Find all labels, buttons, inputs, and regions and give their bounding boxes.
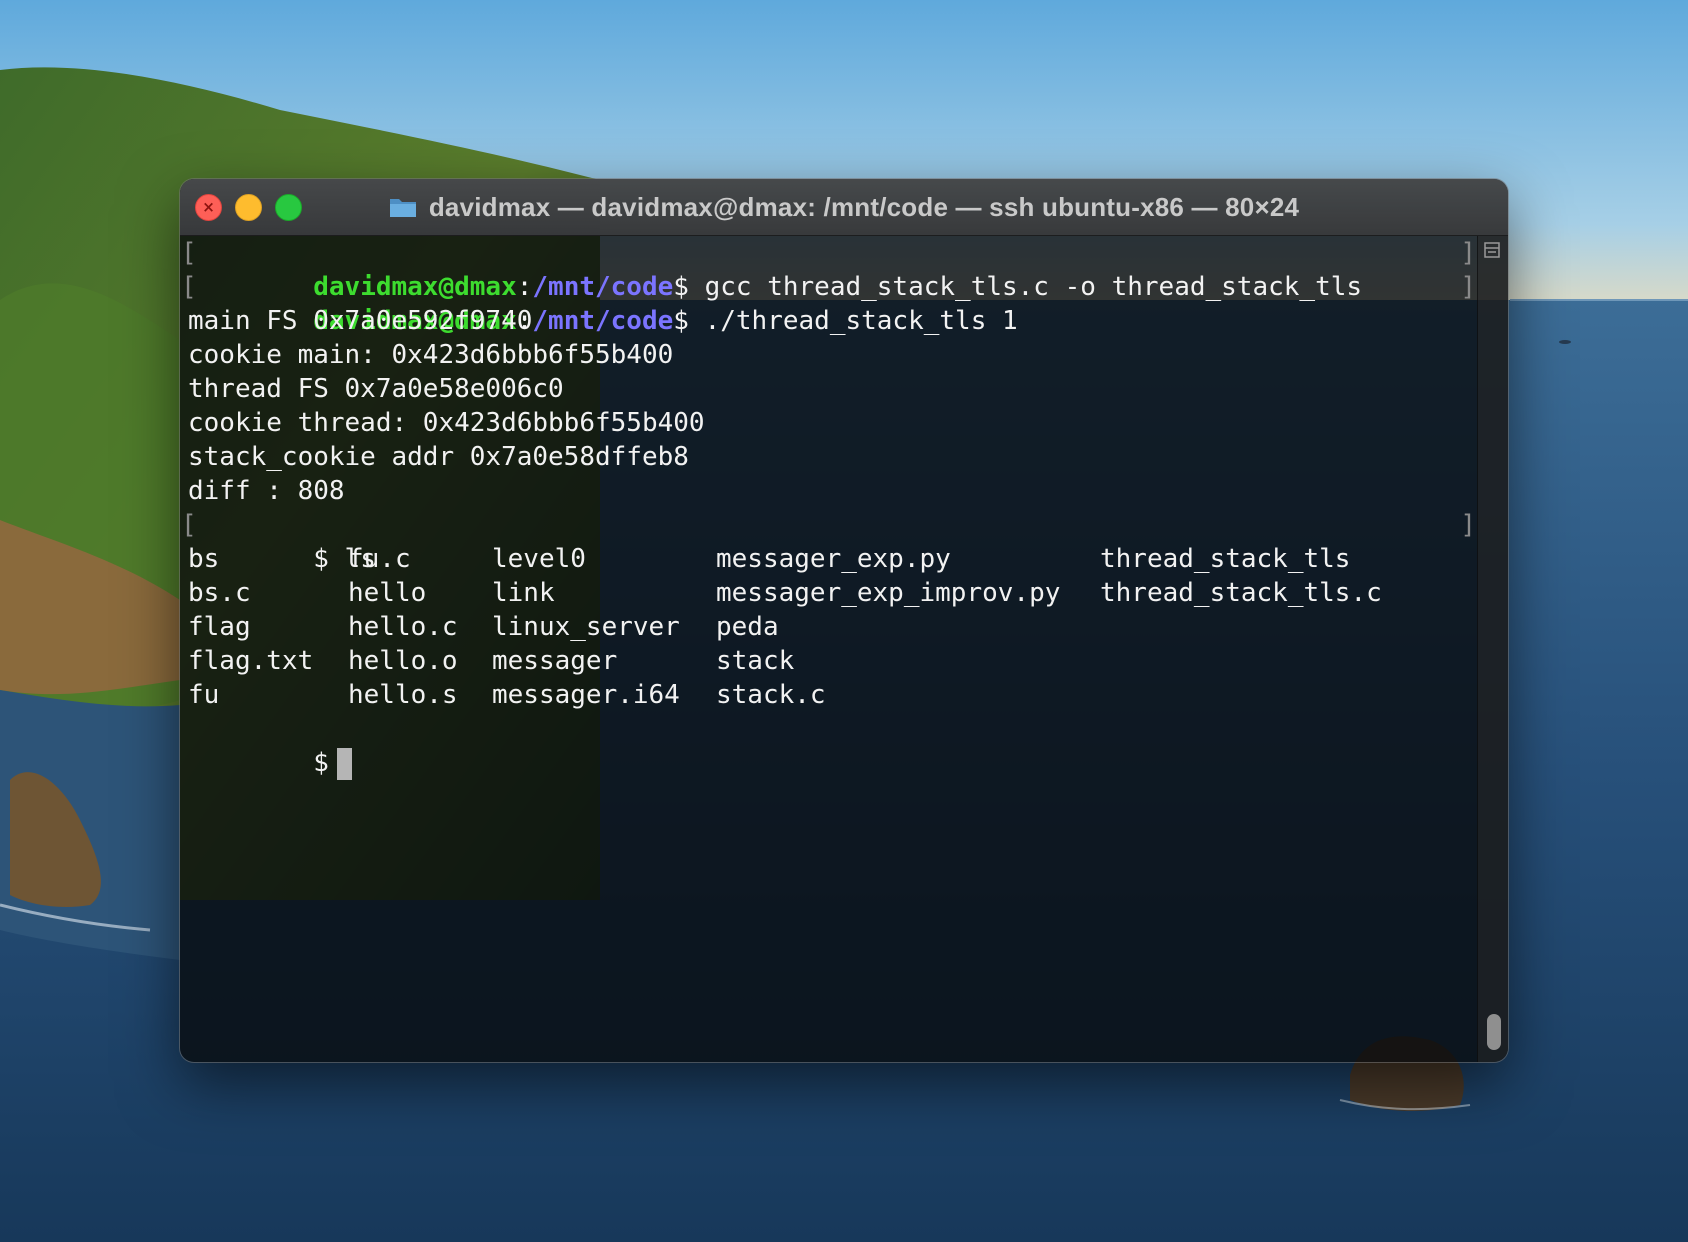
ls-entry: bs.c (188, 578, 251, 608)
ls-row: fu hello.s messager.i64 stack.c (188, 678, 1478, 712)
ls-row: flag hello.c linux_server peda (188, 610, 1478, 644)
terminal-line-command-1: [davidmax@dmax:/mnt/code$ gcc thread_sta… (181, 236, 1478, 302)
ls-entry: hello.s (348, 680, 458, 710)
ls-entry: level0 (492, 544, 586, 574)
terminal-line-command-2: [davidmax@dmax:/mnt/code$ ./thread_stack… (181, 270, 1478, 336)
ls-row: bs.c hello link messager_exp_improv.py t… (188, 576, 1478, 610)
line-mark-left: [ (181, 238, 197, 268)
line-mark-right: ] (1460, 510, 1476, 540)
ls-entry: fu (188, 680, 220, 710)
terminal-window[interactable]: × davidmax — davidmax@dmax: /mnt/code — … (180, 179, 1508, 1062)
scrollbar-thumb[interactable] (1487, 1014, 1501, 1050)
ls-entry: link (492, 578, 555, 608)
terminal-content[interactable]: [davidmax@dmax:/mnt/code$ gcc thread_sta… (180, 236, 1478, 1062)
window-title-wrap: davidmax — davidmax@dmax: /mnt/code — ss… (180, 179, 1508, 235)
ls-entry: messager_exp.py (716, 544, 951, 574)
output-line: main FS 0x7a0e592f9740 (188, 306, 533, 336)
final-prompt: $ (313, 748, 329, 778)
ls-entry: flag (188, 612, 251, 642)
output-line: thread FS 0x7a0e58e006c0 (188, 374, 564, 404)
ls-row: bs fu.c level0 messager_exp.py thread_st… (188, 542, 1478, 576)
ls-entry: messager.i64 (492, 680, 680, 710)
split-pane-icon[interactable] (1484, 242, 1500, 258)
ls-entry: hello (348, 578, 427, 608)
ls-entry: linux_server (492, 612, 680, 642)
ls-entry: bs (188, 544, 220, 574)
terminal-line-prompt[interactable]: $ (188, 712, 1478, 780)
output-line: stack_cookie addr 0x7a0e58dffeb8 (188, 442, 689, 472)
window-titlebar[interactable]: × davidmax — davidmax@dmax: /mnt/code — … (180, 179, 1508, 236)
ls-entry: peda (716, 612, 779, 642)
ls-entry: messager (492, 646, 618, 676)
window-title: davidmax — davidmax@dmax: /mnt/code — ss… (428, 191, 1300, 222)
ls-entry: flag.txt (188, 646, 314, 676)
line-mark-left: [ (181, 272, 197, 302)
line-mark-left: [ (181, 510, 197, 540)
ls-entry: thread_stack_tls (1100, 544, 1351, 574)
ls-row: flag.txt hello.o messager stack (188, 644, 1478, 678)
text-cursor[interactable] (336, 747, 352, 780)
ls-entry: fu.c (348, 544, 411, 574)
desktop-wallpaper: × davidmax — davidmax@dmax: /mnt/code — … (0, 0, 1688, 1242)
output-line: diff : 808 (188, 476, 345, 506)
output-line: cookie main: 0x423d6bbb6f55b400 (188, 340, 674, 370)
ls-entry: messager_exp_improv.py (716, 578, 1061, 608)
line-mark-right: ] (1460, 272, 1476, 302)
ls-entry: stack.c (716, 680, 826, 710)
ls-entry: stack (716, 646, 795, 676)
ls-entry: hello.o (348, 646, 458, 676)
terminal-line-ls: [$ ls ] (181, 508, 1478, 574)
folder-icon (389, 196, 417, 218)
terminal-scrollbar[interactable] (1477, 236, 1508, 1062)
output-line: cookie thread: 0x423d6bbb6f55b400 (188, 408, 705, 438)
ls-entry: hello.c (348, 612, 458, 642)
ls-entry: thread_stack_tls.c (1100, 578, 1382, 608)
line-mark-right: ] (1460, 238, 1476, 268)
